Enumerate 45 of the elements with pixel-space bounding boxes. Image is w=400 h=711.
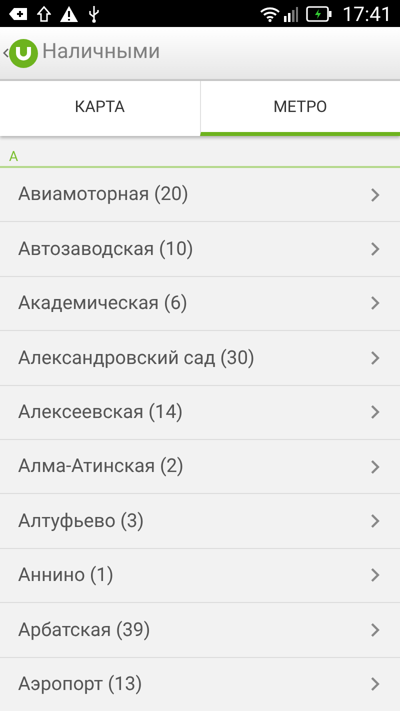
chevron-right-icon bbox=[370, 676, 380, 692]
station-row[interactable]: Академическая (6) bbox=[0, 276, 400, 332]
station-row[interactable]: Алтуфьево (3) bbox=[0, 494, 400, 549]
station-label: Алтуфьево (3) bbox=[18, 508, 144, 534]
station-label: Аэропорт (13) bbox=[18, 670, 142, 697]
chevron-right-icon bbox=[370, 295, 380, 312]
station-row[interactable]: Автозаводская (10) bbox=[0, 222, 400, 277]
station-row[interactable]: Алма-Атинская (2) bbox=[0, 440, 400, 494]
clock-time: 17:41 bbox=[342, 4, 392, 24]
signal-icon bbox=[284, 6, 298, 22]
tab[interactable]: КАРТА bbox=[0, 81, 200, 136]
back-button[interactable] bbox=[3, 38, 38, 68]
chevron-right-icon bbox=[370, 622, 380, 638]
back-chevron-icon bbox=[3, 48, 9, 58]
station-label: Авиамоторная (20) bbox=[18, 181, 188, 208]
station-label: Аннино (1) bbox=[18, 562, 114, 588]
station-label: Автозаводская (10) bbox=[18, 236, 194, 262]
station-row[interactable]: Аэропорт (13) bbox=[0, 658, 400, 711]
station-label: Александровский сад (30) bbox=[18, 344, 255, 371]
chevron-right-icon bbox=[370, 567, 380, 584]
station-row[interactable]: Александровский сад (30) bbox=[0, 331, 400, 386]
station-label: Академическая (6) bbox=[18, 290, 188, 316]
usb-icon bbox=[88, 4, 100, 22]
station-row[interactable]: Алексеевская (14) bbox=[0, 386, 400, 440]
station-label: Алма-Атинская (2) bbox=[18, 453, 184, 480]
chevron-right-icon bbox=[370, 458, 380, 475]
chevron-right-icon bbox=[370, 513, 380, 530]
app-logo-icon bbox=[9, 38, 38, 68]
station-row[interactable]: Авиамоторная (20) bbox=[0, 168, 400, 222]
warning-icon bbox=[60, 6, 78, 22]
station-row[interactable]: Арбатская (39) bbox=[0, 603, 400, 658]
station-label: Арбатская (39) bbox=[18, 616, 150, 643]
station-row[interactable]: Аннино (1) bbox=[0, 548, 400, 604]
chevron-right-icon bbox=[370, 241, 380, 258]
station-label: Алексеевская (14) bbox=[18, 399, 183, 425]
chevron-right-icon bbox=[370, 350, 380, 366]
section-letter: А bbox=[9, 148, 18, 166]
chevron-right-icon bbox=[370, 404, 380, 420]
battery-charging-icon bbox=[306, 6, 332, 22]
battery-plus-icon bbox=[8, 6, 28, 20]
tab[interactable]: МЕТРО bbox=[200, 81, 400, 136]
wifi-icon bbox=[260, 6, 280, 22]
screen-title: Наличными bbox=[42, 39, 160, 66]
chevron-right-icon bbox=[370, 186, 380, 203]
upload-icon bbox=[37, 6, 51, 22]
